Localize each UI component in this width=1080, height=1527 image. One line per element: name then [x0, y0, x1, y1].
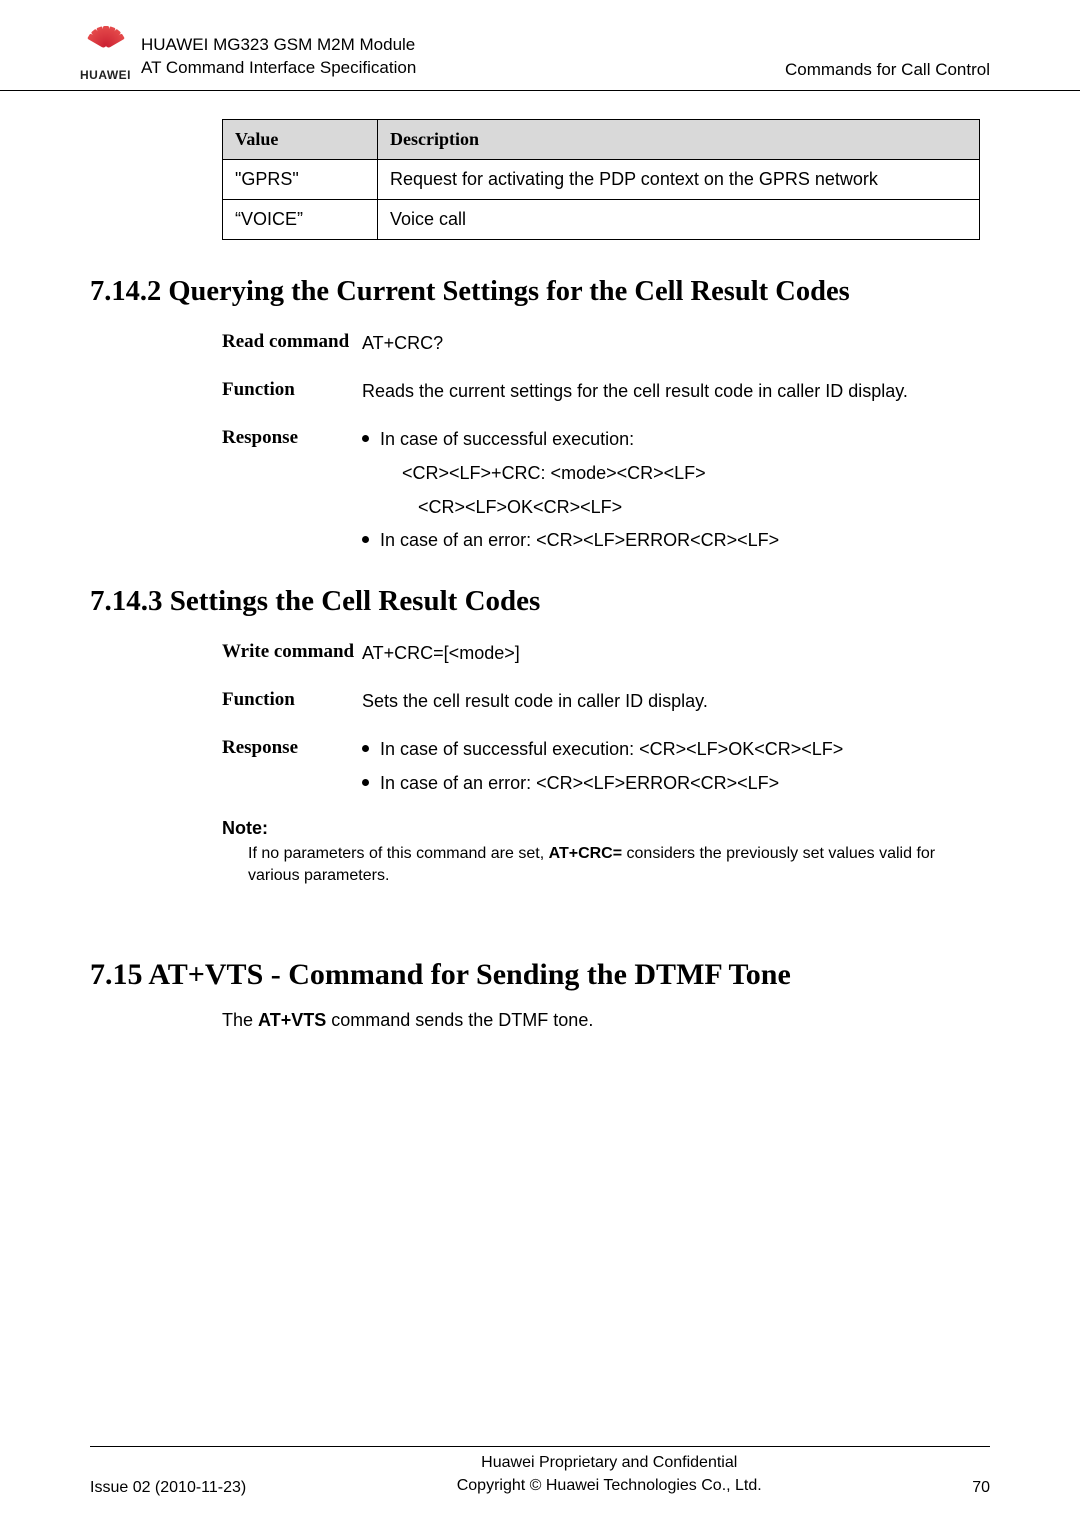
heading-7-14-3: 7.14.3 Settings the Cell Result Codes: [90, 585, 990, 618]
def-row-write: Write command AT+CRC=[<mode>]: [222, 640, 990, 668]
section-7-15-body: The AT+VTS command sends the DTMF tone.: [222, 1010, 990, 1031]
body-suffix: command sends the DTMF tone.: [326, 1010, 593, 1030]
response-bullet: In case of an error: <CR><LF>ERROR<CR><L…: [362, 770, 990, 798]
footer-left: Issue 02 (2010-11-23): [90, 1479, 246, 1497]
section-context: Commands for Call Control: [785, 60, 990, 80]
response-line: <CR><LF>+CRC: <mode><CR><LF>: [362, 460, 990, 488]
doc-title-line1: HUAWEI MG323 GSM M2M Module: [141, 34, 416, 57]
value-function: Reads the current settings for the cell …: [362, 378, 990, 406]
response-bullet: In case of successful execution:: [362, 426, 990, 454]
footer-center-line2: Copyright © Huawei Technologies Co., Ltd…: [246, 1475, 972, 1497]
col-header-description: Description: [378, 120, 980, 160]
col-header-value: Value: [223, 120, 378, 160]
label-read-command: Read command: [222, 330, 362, 355]
body-bold: AT+VTS: [258, 1010, 326, 1030]
note-bold: AT+CRC=: [549, 845, 623, 862]
value-read-command: AT+CRC?: [362, 330, 990, 358]
logo-label: HUAWEI: [80, 68, 131, 82]
value-response: In case of successful execution: <CR><LF…: [362, 426, 990, 556]
note-prefix: If no parameters of this command are set…: [248, 845, 549, 862]
footer-page-number: 70: [972, 1479, 990, 1497]
footer-center-line1: Huawei Proprietary and Confidential: [246, 1452, 972, 1474]
header-titles: HUAWEI MG323 GSM M2M Module AT Command I…: [141, 34, 416, 80]
def-row-read: Read command AT+CRC?: [222, 330, 990, 358]
note-block: Note: If no parameters of this command a…: [222, 818, 990, 888]
table-row: "GPRS" Request for activating the PDP co…: [223, 160, 980, 200]
heading-7-15: 7.15 AT+VTS - Command for Sending the DT…: [90, 958, 990, 992]
def-row-function: Function Reads the current settings for …: [222, 378, 990, 406]
label-response: Response: [222, 736, 362, 761]
label-function: Function: [222, 378, 362, 403]
cell-value: “VOICE”: [223, 200, 378, 240]
value-function: Sets the cell result code in caller ID d…: [362, 688, 990, 716]
page-header: HUAWEI HUAWEI MG323 GSM M2M Module AT Co…: [0, 0, 1080, 91]
label-function: Function: [222, 688, 362, 713]
def-row-response: Response In case of successful execution…: [222, 426, 990, 556]
response-bullet: In case of an error: <CR><LF>ERROR<CR><L…: [362, 527, 990, 555]
huawei-logo: HUAWEI: [80, 26, 131, 82]
def-row-response: Response In case of successful execution…: [222, 736, 990, 798]
footer-center: Huawei Proprietary and Confidential Copy…: [246, 1452, 972, 1497]
note-text: If no parameters of this command are set…: [248, 843, 988, 888]
body-prefix: The: [222, 1010, 258, 1030]
note-label: Note:: [222, 818, 990, 839]
response-line: <CR><LF>OK<CR><LF>: [362, 494, 990, 522]
cell-description: Request for activating the PDP context o…: [378, 160, 980, 200]
page-content: Value Description "GPRS" Request for act…: [0, 109, 1080, 1031]
response-bullet: In case of successful execution: <CR><LF…: [362, 736, 990, 764]
footer-rule: [90, 1446, 990, 1447]
doc-title-line2: AT Command Interface Specification: [141, 57, 416, 80]
value-write-command: AT+CRC=[<mode>]: [362, 640, 990, 668]
def-row-function: Function Sets the cell result code in ca…: [222, 688, 990, 716]
table-row: “VOICE” Voice call: [223, 200, 980, 240]
page-footer: Issue 02 (2010-11-23) Huawei Proprietary…: [0, 1452, 1080, 1497]
label-response: Response: [222, 426, 362, 451]
heading-7-14-2: 7.14.2 Querying the Current Settings for…: [90, 276, 990, 308]
cell-description: Voice call: [378, 200, 980, 240]
table-header-row: Value Description: [223, 120, 980, 160]
cell-value: "GPRS": [223, 160, 378, 200]
huawei-logo-icon: [84, 26, 128, 66]
label-write-command: Write command: [222, 640, 362, 665]
value-response: In case of successful execution: <CR><LF…: [362, 736, 990, 798]
header-left: HUAWEI HUAWEI MG323 GSM M2M Module AT Co…: [80, 26, 416, 82]
value-description-table: Value Description "GPRS" Request for act…: [222, 119, 980, 240]
